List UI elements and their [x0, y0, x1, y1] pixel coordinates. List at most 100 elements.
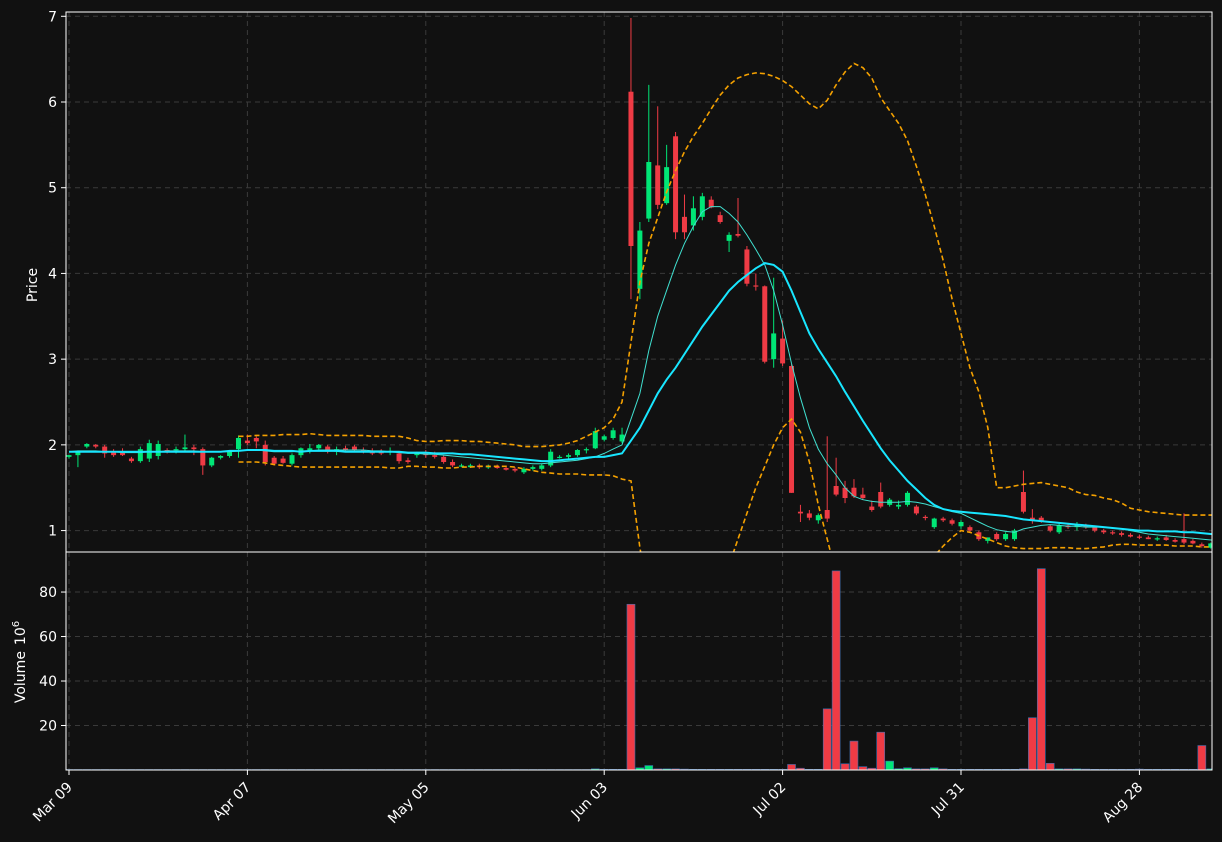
- candle-body: [717, 215, 723, 222]
- price-tick-label: 3: [48, 352, 57, 368]
- volume-axis-label-exponent-power: 6: [11, 621, 22, 627]
- volume-tick-label: 40: [39, 674, 57, 690]
- candle-body: [1003, 534, 1009, 540]
- candle-body: [173, 449, 179, 451]
- candle-body: [904, 492, 910, 505]
- candle-body: [1119, 533, 1125, 535]
- slow-moving-average-line: [69, 262, 1212, 536]
- candle-body: [574, 450, 580, 456]
- volume-tick-label: 60: [39, 630, 57, 646]
- candle-body: [307, 448, 313, 450]
- candle-body: [780, 338, 786, 364]
- candle-body: [1056, 525, 1062, 533]
- candle-body: [191, 447, 197, 450]
- candle-body: [289, 455, 295, 464]
- candle-body: [441, 456, 447, 462]
- candle-body: [896, 504, 902, 507]
- candle-body: [878, 492, 884, 507]
- chart-svg: 1 2 3 4 5 6 7 20 40 60 80 Mar 09 Apr 07 May 05 Jun 0…: [11, 9, 1222, 827]
- candle-body: [227, 451, 233, 456]
- volume-bar: [1197, 745, 1207, 770]
- candle-body: [1163, 537, 1169, 540]
- volume-bar: [1045, 763, 1055, 770]
- candle-body: [218, 456, 224, 458]
- candle-body: [1092, 527, 1098, 531]
- chart-root: 1 2 3 4 5 6 7 20 40 60 80 Mar 09 Apr 07 May 05 Jun 0…: [0, 0, 1222, 842]
- x-tick-label: Apr 07: [210, 780, 254, 824]
- candle-body: [209, 457, 215, 466]
- lower-band-line: [238, 417, 1212, 552]
- candle-body: [66, 455, 72, 457]
- candle-body: [931, 518, 937, 528]
- candle-body: [557, 456, 563, 459]
- x-tick-label: Aug 28: [1100, 780, 1146, 826]
- x-tick-label: Jun 03: [568, 780, 611, 823]
- candle-body: [1127, 534, 1133, 537]
- price-tick-label: 2: [48, 438, 57, 454]
- volume-axis-label-exponent-base: 10: [13, 627, 29, 645]
- candle-body: [432, 455, 438, 457]
- candle-body: [628, 91, 634, 246]
- x-tick-label: Jul 31: [928, 780, 968, 820]
- candle-body: [771, 333, 777, 360]
- candle-body: [450, 462, 456, 466]
- fast-moving-average-line: [68, 206, 1212, 541]
- candle-body: [610, 430, 616, 438]
- volume-bar: [626, 603, 636, 770]
- candle-body: [244, 440, 250, 444]
- volume-axis-label: Volume 106: [11, 621, 29, 703]
- upper-band-line: [238, 62, 1212, 516]
- candle-body: [351, 446, 357, 450]
- candle-body: [735, 234, 741, 236]
- candle-body: [744, 249, 750, 284]
- candle-body: [1217, 545, 1222, 546]
- candle-body: [396, 453, 402, 462]
- candle-body: [637, 230, 643, 289]
- candle-body: [601, 436, 607, 440]
- price-axis-label: Price: [25, 268, 41, 302]
- candle-body: [93, 444, 99, 447]
- candle-body: [824, 510, 830, 519]
- candle-body: [789, 366, 795, 493]
- candle-body: [922, 516, 928, 519]
- candle-body: [253, 438, 259, 442]
- price-panel-marks: [66, 18, 1222, 552]
- candle-body: [1101, 530, 1107, 533]
- candle-body: [583, 449, 589, 451]
- candle-body: [182, 447, 188, 450]
- volume-y-axis: 20 40 60 80: [39, 585, 66, 735]
- candle-body: [949, 520, 955, 524]
- candle-body: [84, 444, 90, 447]
- candle-body: [833, 486, 839, 495]
- candle-body: [1020, 492, 1026, 512]
- candle-body: [958, 522, 964, 527]
- candle-body: [967, 527, 973, 531]
- volume-bar: [1216, 769, 1222, 770]
- candle-body: [592, 431, 598, 449]
- candle-body: [913, 506, 919, 514]
- candle-body: [1154, 538, 1160, 540]
- volume-bar: [831, 570, 841, 770]
- x-axis: Mar 09 Apr 07 May 05 Jun 03 Jul 02 Jul 31 Aug …: [30, 770, 1146, 827]
- price-tick-label: 6: [48, 95, 57, 111]
- candle-body: [280, 458, 286, 463]
- candle-body: [155, 444, 161, 456]
- price-y-axis: 1 2 3 4 5 6 7: [48, 9, 66, 540]
- candle-body: [1145, 537, 1151, 540]
- volume-bar: [840, 763, 850, 770]
- candle-body: [1190, 540, 1196, 544]
- candle-body: [753, 285, 759, 287]
- x-tick-label: Mar 09: [30, 780, 76, 826]
- candle-body: [271, 457, 277, 464]
- candle-body: [262, 444, 268, 462]
- candle-body: [405, 460, 411, 462]
- volume-bar: [885, 760, 894, 770]
- volume-bar: [849, 740, 859, 770]
- candle-body: [566, 455, 572, 457]
- candle-body: [806, 513, 812, 518]
- candle-body: [1110, 532, 1116, 534]
- candle-body: [797, 511, 803, 514]
- price-tick-label: 4: [48, 266, 57, 282]
- candle-body: [316, 444, 322, 449]
- candle-body: [681, 216, 687, 233]
